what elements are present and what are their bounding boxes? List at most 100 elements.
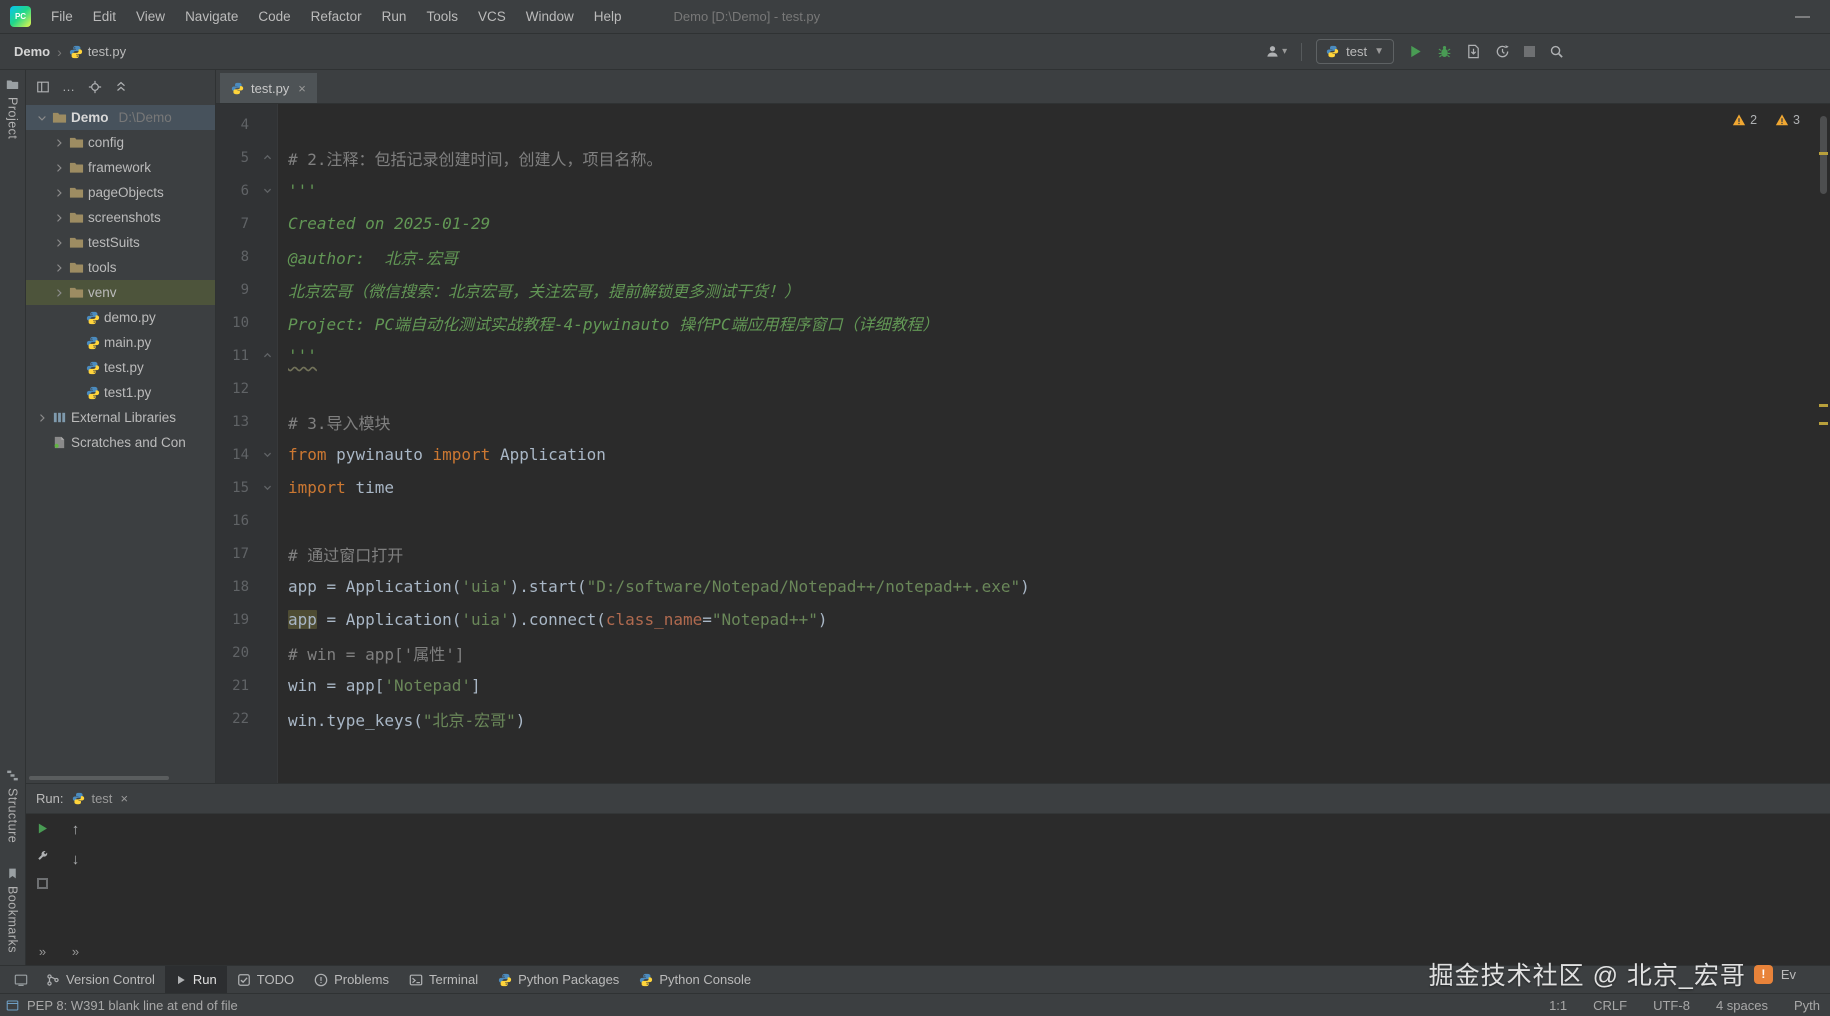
profiler-button[interactable]	[1495, 44, 1510, 59]
status-message[interactable]: PEP 8: W391 blank line at end of file	[27, 998, 238, 1013]
code-line-17[interactable]: 17 # 通过窗口打开	[216, 537, 1830, 570]
tree-item-external-libraries[interactable]: External Libraries	[26, 405, 215, 430]
tree-item-main-py[interactable]: main.py	[26, 330, 215, 355]
project-view-icon[interactable]	[36, 80, 50, 94]
minimize-button[interactable]: —	[1785, 8, 1820, 25]
rerun-button[interactable]	[36, 822, 49, 835]
fold-marker[interactable]	[256, 449, 278, 460]
run-button[interactable]	[1408, 44, 1423, 59]
code-line-15[interactable]: 15 import time	[216, 471, 1830, 504]
project-stripe-button[interactable]: Project	[6, 78, 20, 139]
stop-button[interactable]	[37, 878, 48, 889]
code-line-21[interactable]: 21 win = app['Notepad']	[216, 669, 1830, 702]
menu-item-navigate[interactable]: Navigate	[175, 5, 248, 28]
breadcrumb-file[interactable]: test.py	[88, 44, 126, 59]
error-stripe-mark[interactable]	[1819, 404, 1828, 407]
project-horizontal-scrollbar[interactable]	[29, 776, 169, 780]
tree-item-testsuits[interactable]: testSuits	[26, 230, 215, 255]
error-stripe-mark[interactable]	[1819, 422, 1828, 425]
code-line-9[interactable]: 9 北京宏哥（微信搜索：北京宏哥，关注宏哥，提前解锁更多测试干货！）	[216, 273, 1830, 306]
search-everywhere-icon[interactable]	[1549, 44, 1564, 59]
tree-item-framework[interactable]: framework	[26, 155, 215, 180]
tab-close-icon[interactable]: ×	[298, 81, 306, 96]
code-line-4[interactable]: 4	[216, 108, 1830, 141]
code-line-19[interactable]: 19 app = Application('uia').connect(class…	[216, 603, 1830, 636]
collapse-all-icon[interactable]	[114, 80, 128, 94]
error-stripe-mark[interactable]	[1819, 152, 1828, 155]
menu-item-help[interactable]: Help	[584, 5, 632, 28]
menu-item-refactor[interactable]: Refactor	[301, 5, 372, 28]
editor-tab-test-py[interactable]: test.py ×	[220, 73, 317, 103]
toolwindow-switcher-icon[interactable]	[6, 966, 36, 993]
inspection-window-icon[interactable]	[6, 999, 19, 1012]
fold-marker[interactable]	[256, 185, 278, 196]
indent-widget[interactable]: 4 spaces	[1716, 998, 1768, 1013]
tree-item-tools[interactable]: tools	[26, 255, 215, 280]
code-line-16[interactable]: 16	[216, 504, 1830, 537]
menu-item-tools[interactable]: Tools	[416, 5, 468, 28]
tree-item-test-py[interactable]: test.py	[26, 355, 215, 380]
tree-item-config[interactable]: config	[26, 130, 215, 155]
weak-warnings-badge[interactable]: 3	[1775, 113, 1800, 127]
code-line-11[interactable]: 11 '''	[216, 339, 1830, 372]
toolwindow-button-problems[interactable]: Problems	[304, 966, 399, 993]
code-line-18[interactable]: 18 app = Application('uia').start("D:/sof…	[216, 570, 1830, 603]
locate-file-icon[interactable]	[88, 80, 102, 94]
up-arrow-icon[interactable]: ↑	[72, 822, 80, 837]
tree-item-demo-py[interactable]: demo.py	[26, 305, 215, 330]
tree-item-venv[interactable]: venv	[26, 280, 215, 305]
code-line-10[interactable]: 10 Project: PC端自动化测试实战教程-4-pywinauto 操作PC…	[216, 306, 1830, 339]
structure-stripe-button[interactable]: Structure	[6, 769, 20, 843]
code-line-20[interactable]: 20 # win = app['属性']	[216, 636, 1830, 669]
tree-item-pageobjects[interactable]: pageObjects	[26, 180, 215, 205]
more-actions-chevrons[interactable]: »	[72, 944, 79, 959]
bookmarks-stripe-button[interactable]: Bookmarks	[6, 867, 20, 953]
breadcrumb-root[interactable]: Demo	[14, 44, 50, 59]
code-line-14[interactable]: 14 from pywinauto import Application	[216, 438, 1830, 471]
menu-item-file[interactable]: File	[41, 5, 83, 28]
run-console-output[interactable]	[92, 814, 1830, 965]
toolwindow-button-version-control[interactable]: Version Control	[36, 966, 165, 993]
settings-wrench-icon[interactable]	[36, 850, 49, 863]
toolwindow-button-python-packages[interactable]: Python Packages	[488, 966, 629, 993]
inspection-widget[interactable]: 2 3	[1732, 113, 1800, 127]
caret-position-widget[interactable]: 1:1	[1549, 998, 1567, 1013]
project-options-icon[interactable]: …	[62, 79, 76, 94]
fold-marker[interactable]	[256, 152, 278, 163]
run-tab-test[interactable]: test ×	[72, 791, 128, 806]
stop-button[interactable]	[1524, 46, 1535, 57]
menu-item-window[interactable]: Window	[516, 5, 584, 28]
encoding-widget[interactable]: UTF-8	[1653, 998, 1690, 1013]
code-line-8[interactable]: 8 @author: 北京-宏哥	[216, 240, 1830, 273]
toolwindow-button-run[interactable]: Run	[164, 966, 227, 993]
code-line-7[interactable]: 7 Created on 2025-01-29	[216, 207, 1830, 240]
code-line-12[interactable]: 12	[216, 372, 1830, 405]
menu-item-edit[interactable]: Edit	[83, 5, 126, 28]
code-line-6[interactable]: 6 '''	[216, 174, 1830, 207]
menu-item-vcs[interactable]: VCS	[468, 5, 516, 28]
menu-item-code[interactable]: Code	[248, 5, 300, 28]
tree-item-test1-py[interactable]: test1.py	[26, 380, 215, 405]
menu-item-view[interactable]: View	[126, 5, 175, 28]
down-arrow-icon[interactable]: ↓	[72, 852, 80, 867]
debug-button[interactable]	[1437, 44, 1452, 59]
editor[interactable]: 4 5 # 2.注释：包括记录创建时间，创建人，项目名称。 6 ''' 7 Created …	[216, 104, 1830, 783]
tree-item-scratches-and-con[interactable]: Scratches and Con	[26, 430, 215, 455]
editor-vertical-scrollbar[interactable]	[1820, 116, 1827, 194]
interpreter-widget[interactable]: Pyth	[1794, 998, 1820, 1013]
code-line-13[interactable]: 13 # 3.导入模块	[216, 405, 1830, 438]
tree-item-screenshots[interactable]: screenshots	[26, 205, 215, 230]
line-separator-widget[interactable]: CRLF	[1593, 998, 1627, 1013]
user-profile-icon[interactable]: ▾	[1265, 44, 1287, 59]
fold-marker[interactable]	[256, 350, 278, 361]
menu-item-run[interactable]: Run	[372, 5, 417, 28]
fold-marker[interactable]	[256, 482, 278, 493]
code-line-22[interactable]: 22 win.type_keys("北京-宏哥")	[216, 702, 1830, 735]
warnings-badge[interactable]: 2	[1732, 113, 1757, 127]
code-line-5[interactable]: 5 # 2.注释：包括记录创建时间，创建人，项目名称。	[216, 141, 1830, 174]
toolwindow-button-python-console[interactable]: Python Console	[629, 966, 761, 993]
run-with-coverage-button[interactable]	[1466, 44, 1481, 59]
run-configuration-select[interactable]: test ▼	[1316, 39, 1394, 64]
tab-close-icon[interactable]: ×	[120, 791, 128, 806]
tree-item-demo[interactable]: Demo D:\Demo	[26, 105, 215, 130]
